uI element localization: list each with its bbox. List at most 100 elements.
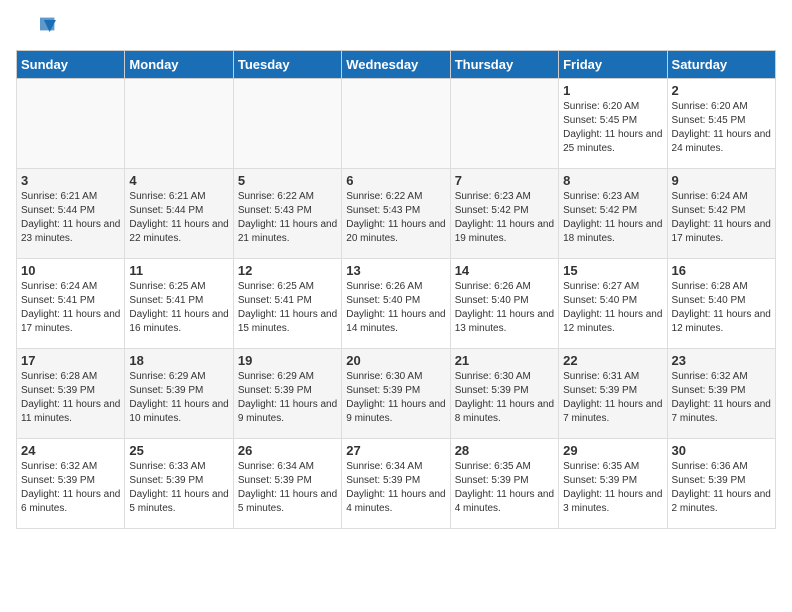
- calendar-cell: 2Sunrise: 6:20 AMSunset: 5:45 PMDaylight…: [667, 79, 775, 169]
- page-header: [16, 16, 776, 38]
- calendar-cell: 5 Sunrise: 6:22 AMSunset: 5:43 PMDaylight…: [233, 169, 341, 259]
- calendar-cell: 15 Sunrise: 6:27 AMSunset: 5:40 PMDayligh…: [559, 259, 667, 349]
- calendar-cell: [342, 79, 450, 169]
- day-info: Sunrise: 6:35 AMSunset: 5:39 PMDaylight:…: [455, 460, 554, 516]
- calendar-cell: 29Sunrise: 6:35 AMSunset: 5:39 PMDayligh…: [559, 439, 667, 529]
- day-info: Sunrise: 6:26 AMSunset: 5:40 PMDaylight:…: [455, 280, 554, 336]
- day-info: Sunrise: 6:23 AMSunset: 5:42 PMDaylight:…: [455, 190, 554, 246]
- day-info: Sunrise: 6:26 AMSunset: 5:40 PMDaylight:…: [346, 280, 445, 336]
- calendar-cell: 14 Sunrise: 6:26 AMSunset: 5:40 PMDayligh…: [450, 259, 558, 349]
- calendar-cell: [450, 79, 558, 169]
- calendar-cell: [17, 79, 125, 169]
- day-number: 4: [129, 173, 228, 188]
- day-number: 8: [563, 173, 662, 188]
- day-info: Sunrise: 6:25 AMSunset: 5:41 PMDaylight:…: [129, 280, 228, 336]
- calendar-week-row: 17Sunrise: 6:28 AMSunset: 5:39 PMDayligh…: [17, 349, 776, 439]
- day-number: 25: [129, 443, 228, 458]
- day-info: Sunrise: 6:20 AMSunset: 5:45 PMDaylight:…: [563, 100, 662, 156]
- calendar-cell: 4 Sunrise: 6:21 AMSunset: 5:44 PMDaylight…: [125, 169, 233, 259]
- calendar-cell: 22 Sunrise: 6:31 AMSunset: 5:39 PMDayligh…: [559, 349, 667, 439]
- calendar-cell: 18Sunrise: 6:29 AMSunset: 5:39 PMDayligh…: [125, 349, 233, 439]
- day-info: Sunrise: 6:34 AMSunset: 5:39 PMDaylight:…: [238, 460, 337, 516]
- day-info: Sunrise: 6:21 AMSunset: 5:44 PMDaylight:…: [129, 190, 228, 246]
- day-info: Sunrise: 6:33 AMSunset: 5:39 PMDaylight:…: [129, 460, 228, 516]
- calendar-cell: 19 Sunrise: 6:29 AMSunset: 5:39 PMDayligh…: [233, 349, 341, 439]
- day-number: 5: [238, 173, 337, 188]
- calendar-cell: 20 Sunrise: 6:30 AMSunset: 5:39 PMDayligh…: [342, 349, 450, 439]
- day-number: 22: [563, 353, 662, 368]
- calendar-cell: 23Sunrise: 6:32 AMSunset: 5:39 PMDayligh…: [667, 349, 775, 439]
- calendar-cell: 24 Sunrise: 6:32 AMSunset: 5:39 PMDayligh…: [17, 439, 125, 529]
- day-info: Sunrise: 6:24 AMSunset: 5:42 PMDaylight:…: [672, 190, 771, 246]
- day-number: 9: [672, 173, 771, 188]
- calendar-cell: 12Sunrise: 6:25 AMSunset: 5:41 PMDayligh…: [233, 259, 341, 349]
- day-info: Sunrise: 6:21 AMSunset: 5:44 PMDaylight:…: [21, 190, 120, 246]
- day-number: 10: [21, 263, 120, 278]
- day-info: Sunrise: 6:25 AMSunset: 5:41 PMDaylight:…: [238, 280, 337, 336]
- day-number: 1: [563, 83, 662, 98]
- calendar-cell: 10 Sunrise: 6:24 AMSunset: 5:41 PMDayligh…: [17, 259, 125, 349]
- calendar-cell: 11Sunrise: 6:25 AMSunset: 5:41 PMDayligh…: [125, 259, 233, 349]
- calendar-header-row: SundayMondayTuesdayWednesdayThursdayFrid…: [17, 51, 776, 79]
- calendar-week-row: 1 Sunrise: 6:20 AMSunset: 5:45 PMDaylight…: [17, 79, 776, 169]
- calendar-cell: 28 Sunrise: 6:35 AMSunset: 5:39 PMDayligh…: [450, 439, 558, 529]
- calendar-cell: [125, 79, 233, 169]
- day-number: 27: [346, 443, 445, 458]
- calendar-cell: 9 Sunrise: 6:24 AMSunset: 5:42 PMDaylight…: [667, 169, 775, 259]
- day-number: 13: [346, 263, 445, 278]
- calendar-cell: 16 Sunrise: 6:28 AMSunset: 5:40 PMDayligh…: [667, 259, 775, 349]
- col-header-tuesday: Tuesday: [233, 51, 341, 79]
- calendar-table: SundayMondayTuesdayWednesdayThursdayFrid…: [16, 50, 776, 529]
- day-number: 14: [455, 263, 554, 278]
- day-info: Sunrise: 6:30 AMSunset: 5:39 PMDaylight:…: [346, 370, 445, 426]
- day-number: 29: [563, 443, 662, 458]
- calendar-cell: 27 Sunrise: 6:34 AMSunset: 5:39 PMDayligh…: [342, 439, 450, 529]
- calendar-cell: 8 Sunrise: 6:23 AMSunset: 5:42 PMDaylight…: [559, 169, 667, 259]
- col-header-thursday: Thursday: [450, 51, 558, 79]
- day-info: Sunrise: 6:32 AMSunset: 5:39 PMDaylight:…: [21, 460, 120, 516]
- logo-icon: [16, 16, 56, 36]
- day-info: Sunrise: 6:24 AMSunset: 5:41 PMDaylight:…: [21, 280, 120, 336]
- day-number: 15: [563, 263, 662, 278]
- day-info: Sunrise: 6:30 AMSunset: 5:39 PMDaylight:…: [455, 370, 554, 426]
- day-number: 26: [238, 443, 337, 458]
- day-number: 24: [21, 443, 120, 458]
- col-header-sunday: Sunday: [17, 51, 125, 79]
- calendar-week-row: 24 Sunrise: 6:32 AMSunset: 5:39 PMDayligh…: [17, 439, 776, 529]
- calendar-cell: 30 Sunrise: 6:36 AMSunset: 5:39 PMDayligh…: [667, 439, 775, 529]
- day-number: 7: [455, 173, 554, 188]
- day-info: Sunrise: 6:27 AMSunset: 5:40 PMDaylight:…: [563, 280, 662, 336]
- col-header-friday: Friday: [559, 51, 667, 79]
- day-number: 28: [455, 443, 554, 458]
- day-info: Sunrise: 6:31 AMSunset: 5:39 PMDaylight:…: [563, 370, 662, 426]
- day-info: Sunrise: 6:32 AMSunset: 5:39 PMDaylight:…: [672, 370, 771, 426]
- day-info: Sunrise: 6:28 AMSunset: 5:40 PMDaylight:…: [672, 280, 771, 336]
- day-number: 16: [672, 263, 771, 278]
- day-number: 30: [672, 443, 771, 458]
- day-number: 21: [455, 353, 554, 368]
- calendar-cell: 1 Sunrise: 6:20 AMSunset: 5:45 PMDaylight…: [559, 79, 667, 169]
- day-info: Sunrise: 6:29 AMSunset: 5:39 PMDaylight:…: [129, 370, 228, 426]
- day-info: Sunrise: 6:29 AMSunset: 5:39 PMDaylight:…: [238, 370, 337, 426]
- col-header-wednesday: Wednesday: [342, 51, 450, 79]
- day-info: Sunrise: 6:28 AMSunset: 5:39 PMDaylight:…: [21, 370, 120, 426]
- calendar-cell: 25 Sunrise: 6:33 AMSunset: 5:39 PMDayligh…: [125, 439, 233, 529]
- logo: [16, 16, 56, 38]
- day-info: Sunrise: 6:36 AMSunset: 5:39 PMDaylight:…: [672, 460, 771, 516]
- calendar-cell: [233, 79, 341, 169]
- day-info: Sunrise: 6:22 AMSunset: 5:43 PMDaylight:…: [238, 190, 337, 246]
- day-number: 19: [238, 353, 337, 368]
- calendar-cell: 13 Sunrise: 6:26 AMSunset: 5:40 PMDayligh…: [342, 259, 450, 349]
- day-info: Sunrise: 6:22 AMSunset: 5:43 PMDaylight:…: [346, 190, 445, 246]
- calendar-cell: 26 Sunrise: 6:34 AMSunset: 5:39 PMDayligh…: [233, 439, 341, 529]
- calendar-cell: 7 Sunrise: 6:23 AMSunset: 5:42 PMDaylight…: [450, 169, 558, 259]
- day-number: 20: [346, 353, 445, 368]
- day-info: Sunrise: 6:23 AMSunset: 5:42 PMDaylight:…: [563, 190, 662, 246]
- calendar-cell: 3 Sunrise: 6:21 AMSunset: 5:44 PMDaylight…: [17, 169, 125, 259]
- day-info: Sunrise: 6:34 AMSunset: 5:39 PMDaylight:…: [346, 460, 445, 516]
- day-number: 2: [672, 83, 771, 98]
- col-header-monday: Monday: [125, 51, 233, 79]
- day-number: 3: [21, 173, 120, 188]
- calendar-week-row: 10 Sunrise: 6:24 AMSunset: 5:41 PMDayligh…: [17, 259, 776, 349]
- calendar-cell: 21 Sunrise: 6:30 AMSunset: 5:39 PMDayligh…: [450, 349, 558, 439]
